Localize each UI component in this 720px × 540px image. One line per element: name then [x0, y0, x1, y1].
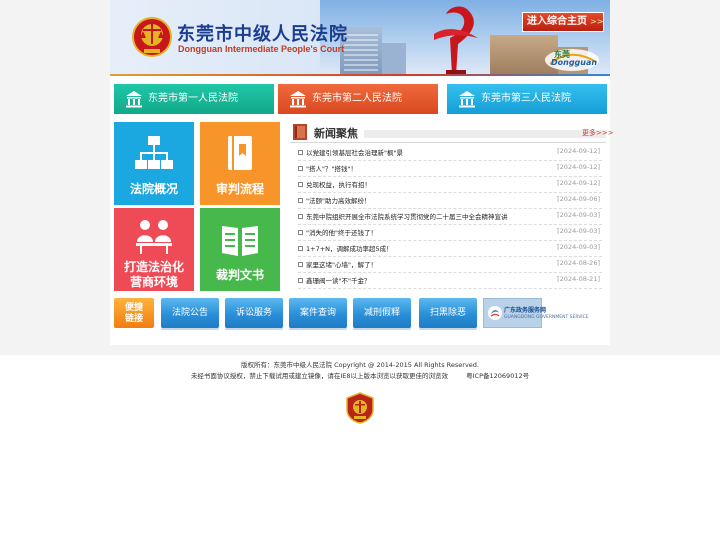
news-more-link[interactable]: 更多>>> [582, 128, 614, 138]
news-item-date: [2024-09-03] [557, 227, 600, 235]
news-item[interactable]: 鑫珊阀一读"不"千金？ [2024-08-21] [298, 273, 602, 289]
footer-notice-line: 未经书面协议授权，禁止下载试用或建立镜像，请在IE8以上版本浏览以获取更佳的浏览… [0, 371, 720, 382]
square-bullet-icon [298, 182, 303, 187]
square-bullet-icon [298, 230, 303, 235]
court-emblem-icon [132, 17, 172, 57]
red-sculpture-image [434, 6, 478, 75]
court-link-third[interactable]: 东莞市第三人民法院 [447, 84, 607, 114]
site-banner: 东莞市中级人民法院 Dongguan Intermediate People's… [110, 0, 610, 75]
footer-icp[interactable]: 粤ICP备12069012号 [466, 372, 529, 380]
footer-notice: 未经书面协议授权，禁止下载试用或建立镜像，请在IE8以上版本浏览以获取更佳的浏览… [190, 372, 449, 380]
square-bullet-icon [298, 214, 303, 219]
quick-link-case-query[interactable]: 案件查询 [289, 298, 347, 328]
gov-service-logo-icon [488, 306, 502, 320]
courthouse-icon [290, 91, 306, 108]
gd-gov-service-link[interactable]: 广东政务服务网 GUANGDONG GOVERNMENT SERVICE [483, 298, 589, 328]
main-container: 东莞市中级人民法院 Dongguan Intermediate People's… [110, 0, 614, 345]
square-bullet-icon [298, 166, 303, 171]
double-arrow-icon: >> [590, 17, 604, 26]
news-item-date: [2024-09-12] [557, 163, 600, 171]
footer-copyright: 版权所有：东莞市中级人民法院 Copyright @ 2014-2015 All… [241, 361, 479, 369]
court-link-label: 东莞市第三人民法院 [481, 93, 571, 104]
news-item-title[interactable]: "法颐"助力高效解纷！ [306, 195, 556, 205]
news-item-date: [2024-08-26] [557, 259, 600, 267]
courthouse-icon [459, 91, 475, 108]
tile-label: 法院概况 [129, 182, 178, 196]
news-item-title[interactable]: 鑫珊阀一读"不"千金？ [306, 275, 556, 285]
gov-service-subtitle: GUANGDONG GOVERNMENT SERVICE [504, 315, 589, 320]
enter-main-site-button[interactable]: 进入综合主页 >> [522, 12, 604, 32]
quick-link-court-notice[interactable]: 法院公告 [161, 298, 219, 328]
news-book-icon [293, 124, 307, 140]
dongguan-logo-en: Dongguan [551, 58, 598, 67]
org-chart-icon [135, 136, 173, 169]
open-book-icon [222, 226, 258, 256]
news-item[interactable]: "消失的他"终于还钱了！ [2024-09-03] [298, 225, 602, 241]
quick-links-label: 便捷 链接 [114, 298, 154, 328]
quick-links-label-line1: 便捷 [124, 303, 143, 313]
news-item[interactable]: "法颐"助力高效解纷！ [2024-09-06] [298, 193, 602, 209]
square-bullet-icon [298, 150, 303, 155]
news-header: 新闻聚焦 更多>>> [290, 122, 614, 142]
news-item-title[interactable]: 东莞中院组织开展全市法院系统学习贯彻党的二十届三中全会精神宣讲 [306, 211, 556, 221]
news-item-date: [2024-09-03] [557, 211, 600, 219]
court-link-second[interactable]: 东莞市第二人民法院 [278, 84, 438, 114]
court-link-label: 东莞市第二人民法院 [312, 93, 402, 104]
news-item-title[interactable]: "消失的他"终于还钱了！ [306, 227, 556, 237]
court-title-cn: 东莞市中级人民法院 [177, 24, 348, 45]
quick-link-anti-gang[interactable]: 扫黑除恶 [419, 298, 477, 328]
news-item-date: [2024-08-21] [557, 275, 600, 283]
court-title-en: Dongguan Intermediate People's Court [178, 44, 345, 54]
quick-link-commutation-parole[interactable]: 减刑假释 [353, 298, 411, 328]
news-item-title[interactable]: "搭人"？"搭钱"！ [306, 163, 556, 173]
tile-business-environment[interactable]: 打造法治化 营商环境 [114, 208, 194, 291]
meeting-icon [136, 220, 172, 254]
news-item[interactable]: 以党建引领基层社会治理新"枫"景 [2024-09-12] [298, 145, 602, 161]
enter-main-label: 进入综合主页 [527, 16, 587, 27]
quick-links-label-line2: 链接 [124, 314, 143, 324]
news-item-title[interactable]: 兑现权益，执行有招！ [306, 179, 556, 189]
news-section-title: 新闻聚焦 [314, 127, 358, 140]
news-header-bar [364, 130, 606, 138]
court-link-first[interactable]: 东莞市第一人民法院 [114, 84, 274, 114]
news-item[interactable]: "搭人"？"搭钱"！ [2024-09-12] [298, 161, 602, 177]
quick-link-litigation-service[interactable]: 诉讼服务 [225, 298, 283, 328]
news-item-date: [2024-09-12] [557, 179, 600, 187]
news-item[interactable]: 兑现权益，执行有招！ [2024-09-12] [298, 177, 602, 193]
tile-judgment-documents[interactable]: 裁判文书 [200, 208, 280, 291]
tile-label: 裁判文书 [215, 268, 264, 282]
news-item[interactable]: 东莞中院组织开展全市法院系统学习贯彻党的二十届三中全会精神宣讲 [2024-09-… [298, 209, 602, 225]
square-bullet-icon [298, 246, 303, 251]
gov-service-title: 广东政务服务网 [504, 307, 547, 314]
news-header-divider [290, 142, 606, 143]
site-footer: 版权所有：东莞市中级人民法院 Copyright @ 2014-2015 All… [0, 360, 720, 382]
tile-court-overview[interactable]: 法院概况 [114, 122, 194, 205]
news-item-title[interactable]: 以党建引领基层社会治理新"枫"景 [306, 147, 556, 157]
news-item-title[interactable]: 家里这堵"心墙"，解了！ [306, 259, 556, 269]
news-item[interactable]: 1+7+N，调解成功率超5成！ [2024-09-03] [298, 241, 602, 257]
banner-divider [110, 74, 610, 76]
news-item[interactable]: 家里这堵"心墙"，解了！ [2024-08-26] [298, 257, 602, 273]
court-link-label: 东莞市第一人民法院 [148, 93, 238, 104]
news-item-title[interactable]: 1+7+N，调解成功率超5成！ [306, 243, 556, 253]
square-bullet-icon [298, 278, 303, 283]
book-icon [228, 136, 252, 170]
courthouse-icon [126, 91, 142, 108]
news-item-date: [2024-09-03] [557, 243, 600, 251]
news-item-date: [2024-09-12] [557, 147, 600, 155]
tile-label-line2: 营商环境 [129, 275, 178, 289]
tile-label: 审判流程 [215, 182, 264, 196]
tile-trial-process[interactable]: 审判流程 [200, 122, 280, 205]
government-badge-icon[interactable] [346, 392, 374, 424]
news-item-date: [2024-09-06] [557, 195, 600, 203]
square-bullet-icon [298, 198, 303, 203]
news-list: 以党建引领基层社会治理新"枫"景 [2024-09-12] "搭人"？"搭钱"！ [2… [298, 145, 602, 289]
banner-building [382, 43, 406, 75]
square-bullet-icon [298, 262, 303, 267]
